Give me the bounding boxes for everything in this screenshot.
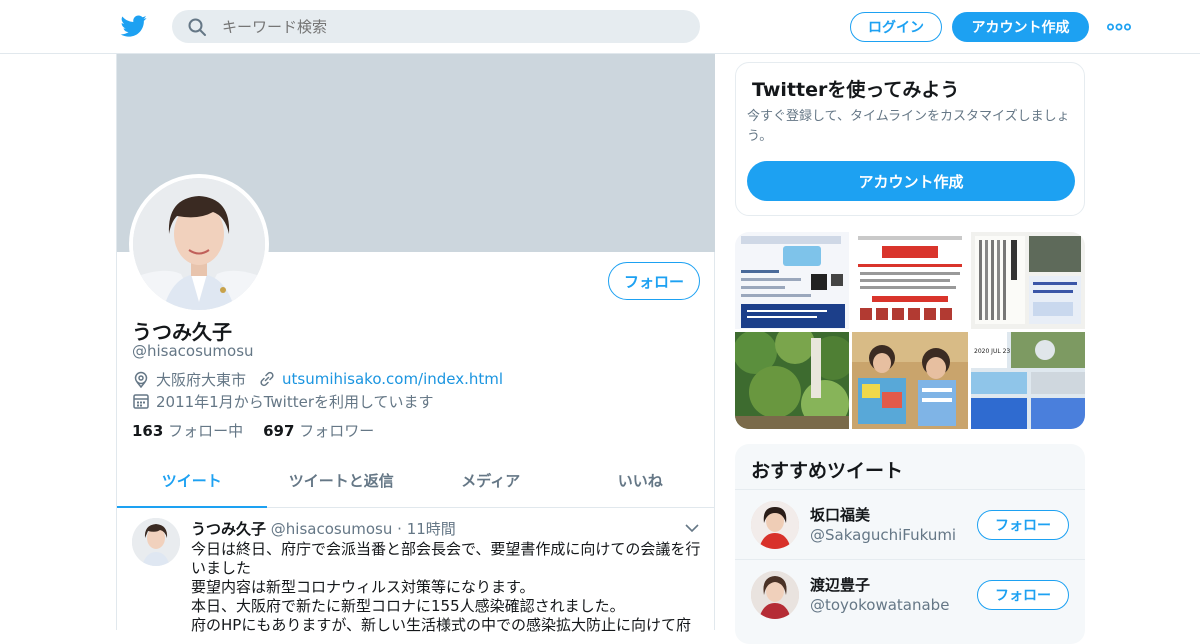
tweet-separator: · [397,520,402,538]
signup-prompt-title: Twitterを使ってみよう [752,79,960,101]
tweet-header: うつみ久子 @hisacosumosu · 11時間 [191,518,456,539]
recommended-user-handle[interactable]: @toyokowatanabe [810,596,949,614]
follow-button[interactable]: フォロー [608,262,700,300]
recommended-user[interactable]: 渡辺豊子 @toyokowatanabe フォロー [735,559,1085,629]
following-label: フォロー中 [168,422,244,440]
profile-tabs: ツイート ツイートと返信 メディア いいね [117,454,715,508]
search-icon [188,18,206,36]
recommended-tweets-card: おすすめツイート 坂口福美 @SakaguchiFukumi フォロー 渡辺豊子… [735,444,1085,644]
profile-name: うつみ久子 [132,320,232,344]
twitter-bird-icon[interactable] [120,13,148,39]
signup-button[interactable]: アカウント作成 [952,12,1089,42]
media-thumb-4[interactable] [735,332,849,429]
followers-stat[interactable]: 697 フォロワー [263,420,374,441]
media-thumb-1[interactable] [735,232,849,329]
follow-button[interactable]: フォロー [977,580,1069,610]
recommended-user[interactable]: 坂口福美 @SakaguchiFukumi フォロー [735,489,1085,559]
profile-column: フォロー うつみ久子 @hisacosumosu 大阪府大東市 utsumihi… [116,54,715,634]
recommended-user-name[interactable]: 坂口福美 [810,504,870,525]
tweet-author-handle[interactable]: @hisacosumosu [271,520,393,538]
link-icon [260,371,274,387]
recommended-tweets-title: おすすめツイート [751,460,904,482]
profile-stats: 163 フォロー中 697 フォロワー [132,420,374,441]
media-thumb-2[interactable] [852,232,968,329]
tweet-author-name[interactable]: うつみ久子 [191,520,266,538]
search-input[interactable] [222,16,682,37]
location-pin-icon [134,371,148,388]
search-bar[interactable] [172,10,700,43]
avatar-image [133,178,265,310]
tab-tweets-and-replies[interactable]: ツイートと返信 [267,454,417,507]
media-thumbnails: 2020 JUL 23 [735,232,1085,429]
tweet-avatar[interactable] [132,518,180,566]
following-stat[interactable]: 163 フォロー中 [132,420,243,441]
tab-tweets[interactable]: ツイート [117,454,267,508]
tab-likes[interactable]: いいね [566,454,716,507]
profile-website-link[interactable]: utsumihisako.com/index.html [282,370,503,388]
follow-button[interactable]: フォロー [977,510,1069,540]
profile-handle: @hisacosumosu [132,342,254,360]
profile-meta: 大阪府大東市 utsumihisako.com/index.html 2011年… [132,368,503,412]
signup-prompt-card: Twitterを使ってみよう 今すぐ登録して、タイムラインをカスタマイズしましょ… [735,62,1085,216]
followers-count: 697 [263,422,295,440]
tweet-text: 今日は終日、府庁で会派当番と部会長会で、要望書作成に向けての会議を行いました 要… [191,540,701,634]
tweet-item[interactable]: うつみ久子 @hisacosumosu · 11時間 今日は終日、府庁で会派当番… [117,508,715,638]
recommended-user-handle[interactable]: @SakaguchiFukumi [810,526,956,544]
profile-avatar[interactable] [129,174,269,314]
login-button[interactable]: ログイン [850,12,942,42]
media-thumb-3[interactable] [971,232,1085,329]
media-thumb-6[interactable]: 2020 JUL 23 [971,332,1085,429]
media-thumb-5[interactable] [852,332,968,429]
following-count: 163 [132,422,164,440]
media-date-text: 2020 JUL 23 [974,348,1010,355]
profile-location: 大阪府大東市 [156,370,247,389]
top-navigation-bar: ログイン アカウント作成 [0,0,1200,54]
recommended-user-avatar[interactable] [751,501,799,549]
more-dots-icon[interactable] [1107,23,1131,31]
signup-prompt-button[interactable]: アカウント作成 [747,161,1075,201]
chevron-down-icon[interactable] [684,522,700,534]
signup-prompt-text: 今すぐ登録して、タイムラインをカスタマイズしましょう。 [747,109,1070,144]
recommended-user-name[interactable]: 渡辺豊子 [810,574,870,595]
profile-joined-date: 2011年1月からTwitterを利用しています [156,392,434,411]
calendar-icon [133,394,149,409]
recommended-user-avatar[interactable] [751,571,799,619]
followers-label: フォロワー [299,422,375,440]
tab-media[interactable]: メディア [416,454,566,507]
tweet-time[interactable]: 11時間 [407,520,456,538]
